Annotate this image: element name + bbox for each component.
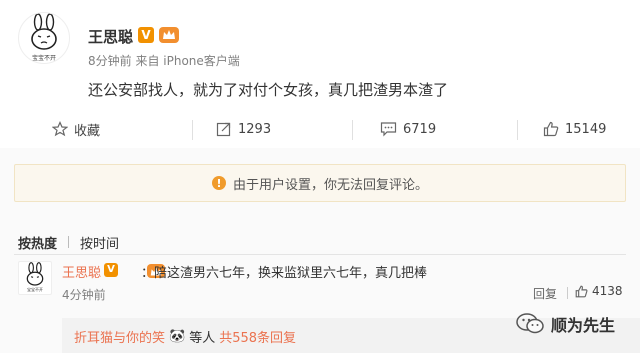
post-author-name[interactable]: 王思聪	[88, 26, 133, 47]
comment-text: ：陪这渣男六七年，换来监狱里六七年，真几把棒	[141, 266, 428, 281]
notice-text: 由于用户设置，你无法回复评论。	[232, 177, 428, 193]
thumbs-up-icon	[575, 285, 588, 297]
repost-icon	[216, 122, 231, 137]
thumbs-up-icon	[543, 121, 559, 137]
avatar-caption: 宝宝不开	[27, 287, 43, 292]
section-divider	[14, 254, 626, 255]
reply-suffix: 等人	[189, 331, 216, 346]
comment-author-avatar[interactable]: 宝宝不开	[18, 261, 52, 295]
divider	[517, 120, 518, 140]
vip-crown-icon	[159, 27, 179, 43]
comment-author-name[interactable]: 王思聪	[62, 262, 101, 281]
favorite-button[interactable]: 收藏	[52, 110, 100, 148]
comment-button[interactable]: 6719	[380, 110, 436, 148]
reply-count-link[interactable]: 共558条回复	[219, 327, 296, 346]
comment-like-count: 4138	[592, 284, 623, 298]
star-icon	[52, 121, 68, 137]
comment-icon	[380, 122, 397, 137]
sort-by-time-tab[interactable]: 按时间	[80, 233, 119, 252]
avatar-caption: 宝宝不开	[31, 55, 56, 62]
warning-icon: !	[211, 176, 226, 190]
repost-button[interactable]: 1293	[216, 110, 271, 148]
reply-restricted-notice: ! 由于用户设置，你无法回复评论。	[14, 164, 626, 202]
post-action-bar: 收藏 1293 6719 15149	[0, 110, 640, 149]
post-content: 还公安部找人，就为了对付个女孩，真几把渣男本渣了	[88, 81, 449, 99]
reply-user-link[interactable]: 折耳猫与你的笑	[74, 327, 165, 346]
author-avatar[interactable]: 宝宝不开	[18, 12, 70, 64]
comment-like-button[interactable]: 4138	[575, 284, 623, 298]
verified-badge: V	[104, 263, 118, 277]
verified-badge: V	[138, 27, 154, 43]
post-meta: 8分钟前 来自 iPhone客户端	[88, 54, 240, 68]
repost-count: 1293	[238, 121, 272, 137]
wechat-icon	[515, 312, 545, 336]
watermark: 顺为先生	[515, 312, 615, 336]
comment-time: 4分钟前	[62, 288, 106, 302]
comment-count: 6719	[403, 121, 437, 137]
comment-reply-button[interactable]: 回复	[533, 285, 557, 302]
divider	[567, 287, 568, 299]
tab-divider	[68, 236, 69, 248]
like-button[interactable]: 15149	[543, 110, 606, 148]
sort-by-hot-tab[interactable]: 按热度	[18, 233, 57, 252]
favorite-label: 收藏	[74, 123, 101, 139]
panda-emoji-icon: 🐼	[169, 329, 186, 344]
like-count: 15149	[565, 121, 607, 137]
divider	[352, 120, 353, 140]
divider	[192, 120, 193, 140]
watermark-text: 顺为先生	[551, 316, 616, 335]
